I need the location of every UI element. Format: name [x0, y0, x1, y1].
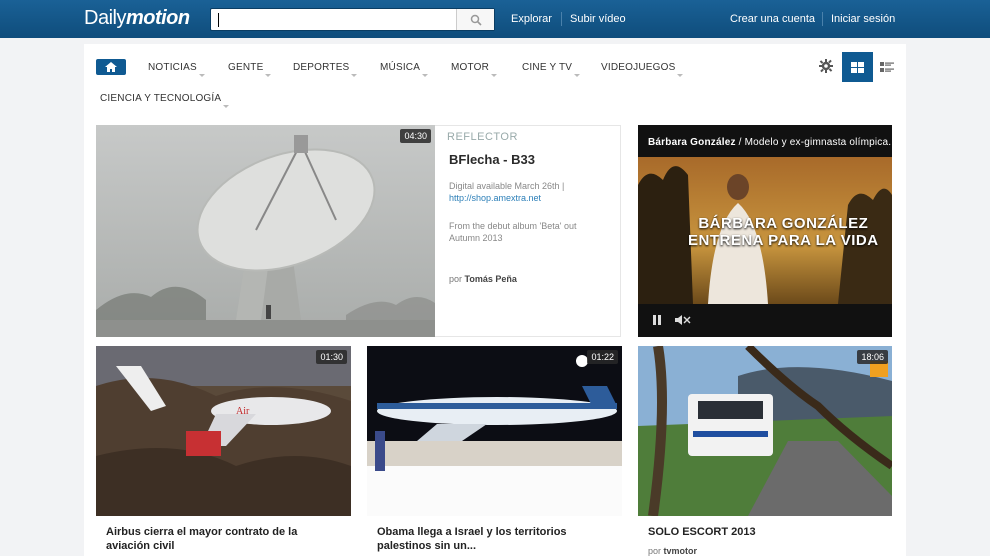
category-deportes[interactable]: DEPORTES — [293, 62, 358, 77]
radio-telescope-image — [96, 125, 435, 337]
video-thumbnail-obama[interactable]: 01:22 — [367, 346, 622, 516]
rally-car-image — [638, 346, 892, 516]
home-icon — [105, 62, 117, 72]
video-byline-solo-escort: por tvmotor — [648, 546, 697, 556]
upload-video-link[interactable]: Subir vídeo — [570, 13, 626, 25]
ad-caption-rest: / Modelo y ex-gimnasta olímpica. — [735, 137, 892, 148]
category-noticias[interactable]: NOTICIAS — [148, 62, 205, 77]
search-input[interactable] — [211, 9, 451, 30]
shop-link[interactable]: http://shop.amextra.net — [449, 193, 541, 203]
search-icon — [470, 14, 482, 26]
search-button[interactable] — [456, 9, 494, 30]
dailymotion-logo[interactable]: Dailymotion — [84, 7, 190, 30]
video-thumbnail-airbus[interactable]: Air 01:30 — [96, 346, 351, 516]
air-force-one-image — [367, 346, 622, 516]
category-musica[interactable]: MÚSICA — [380, 62, 429, 77]
gear-icon — [819, 59, 833, 73]
section-label: REFLECTOR — [447, 131, 518, 143]
category-motor[interactable]: MOTOR — [451, 62, 498, 77]
featured-title[interactable]: BFlecha - B33 — [449, 152, 535, 167]
duration-badge: 04:30 — [400, 129, 431, 143]
category-gente[interactable]: GENTE — [228, 62, 273, 77]
featured-byline: por Tomás Peña — [449, 274, 517, 284]
duration-badge: 18:06 — [857, 350, 888, 364]
description-line: Digital available March 26th | — [449, 181, 565, 191]
grid-icon — [851, 61, 864, 73]
explore-link[interactable]: Explorar — [511, 13, 552, 25]
category-videojuegos[interactable]: VIDEOJUEGOS — [601, 62, 684, 77]
svg-text:Air: Air — [236, 406, 250, 417]
airplane-image: Air — [96, 346, 351, 516]
video-thumbnail-solo-escort[interactable]: 18:06 — [638, 346, 892, 516]
author-link[interactable]: tvmotor — [664, 546, 698, 556]
list-view-button[interactable] — [880, 60, 894, 78]
nav-divider — [561, 12, 562, 26]
by-label: por — [449, 274, 463, 284]
ad-headline-line1: BÁRBARA GONZÁLEZ — [698, 215, 869, 232]
duration-badge: 01:30 — [316, 350, 347, 364]
search-box — [210, 8, 495, 31]
category-ciencia-tecnologia[interactable]: CIENCIA Y TECNOLOGÍA — [100, 93, 230, 108]
text-cursor — [218, 13, 219, 27]
player-controls — [638, 304, 892, 337]
duration-badge: 01:22 — [587, 350, 618, 364]
featured-description: Digital available March 26th | http://sh… — [449, 180, 609, 204]
category-cine-tv[interactable]: CINE Y TV — [522, 62, 581, 77]
create-account-link[interactable]: Crear una cuenta — [730, 13, 815, 25]
ad-caption-name: Bárbara González — [648, 137, 736, 148]
home-button[interactable] — [96, 59, 126, 75]
featured-thumbnail[interactable]: 04:30 — [96, 125, 435, 337]
ad-headline-line2: ENTRENA PARA LA VIDA — [688, 232, 879, 249]
pause-icon[interactable] — [652, 315, 662, 325]
video-title-solo-escort[interactable]: SOLO ESCORT 2013 — [648, 525, 878, 539]
nav-divider — [822, 12, 823, 26]
featured-description-album: From the debut album 'Beta' out Autumn 2… — [449, 221, 577, 243]
ad-headline: BÁRBARA GONZÁLEZ ENTRENA PARA LA VIDA — [688, 215, 879, 249]
ad-video-player[interactable]: Bárbara González / Modelo y ex-gimnasta … — [638, 125, 892, 337]
top-bar: Dailymotion Explorar Subir vídeo Crear u… — [0, 0, 990, 38]
settings-button[interactable] — [819, 59, 833, 78]
video-title-obama[interactable]: Obama llega a Israel y los territorios p… — [377, 525, 617, 553]
ad-caption: Bárbara González / Modelo y ex-gimnasta … — [648, 137, 891, 148]
list-icon — [880, 62, 894, 72]
mute-icon[interactable] — [675, 315, 691, 325]
grid-view-button[interactable] — [842, 52, 873, 82]
sign-in-link[interactable]: Iniciar sesión — [831, 13, 895, 25]
by-label: por — [648, 546, 662, 556]
author-link[interactable]: Tomás Peña — [465, 274, 517, 284]
video-title-airbus[interactable]: Airbus cierra el mayor contrato de la av… — [106, 525, 336, 553]
